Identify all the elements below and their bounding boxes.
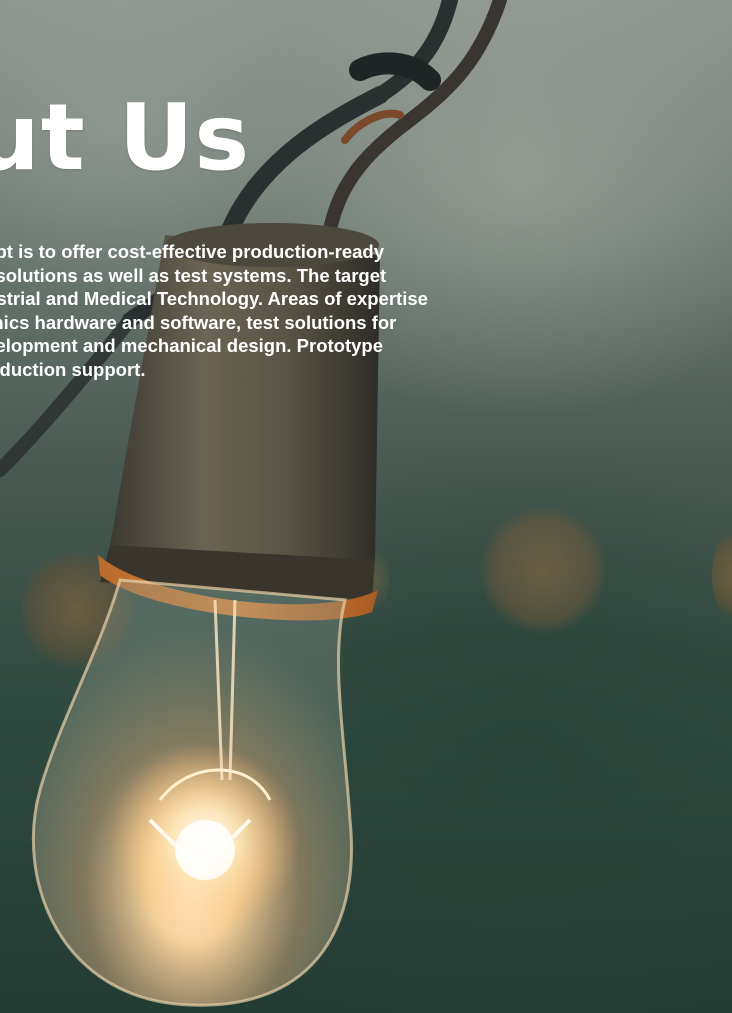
page-title: out Us (0, 84, 251, 191)
intro-line: e Industrial and Medical Technology. Are… (0, 288, 428, 309)
intro-line: concept is to offer cost-effective produ… (0, 241, 385, 262)
hero-section: out Us concept is to offer cost-effectiv… (0, 0, 732, 1013)
intro-line: ct development and mechanical design. Pr… (0, 335, 384, 356)
intro-line: s and solutions as well as test systems.… (0, 264, 387, 286)
intro-line: lectronics hardware and software, test s… (0, 311, 397, 333)
intro-line: nd production support. (0, 358, 146, 380)
intro-paragraph: concept is to offer cost-effective produ… (0, 240, 642, 381)
